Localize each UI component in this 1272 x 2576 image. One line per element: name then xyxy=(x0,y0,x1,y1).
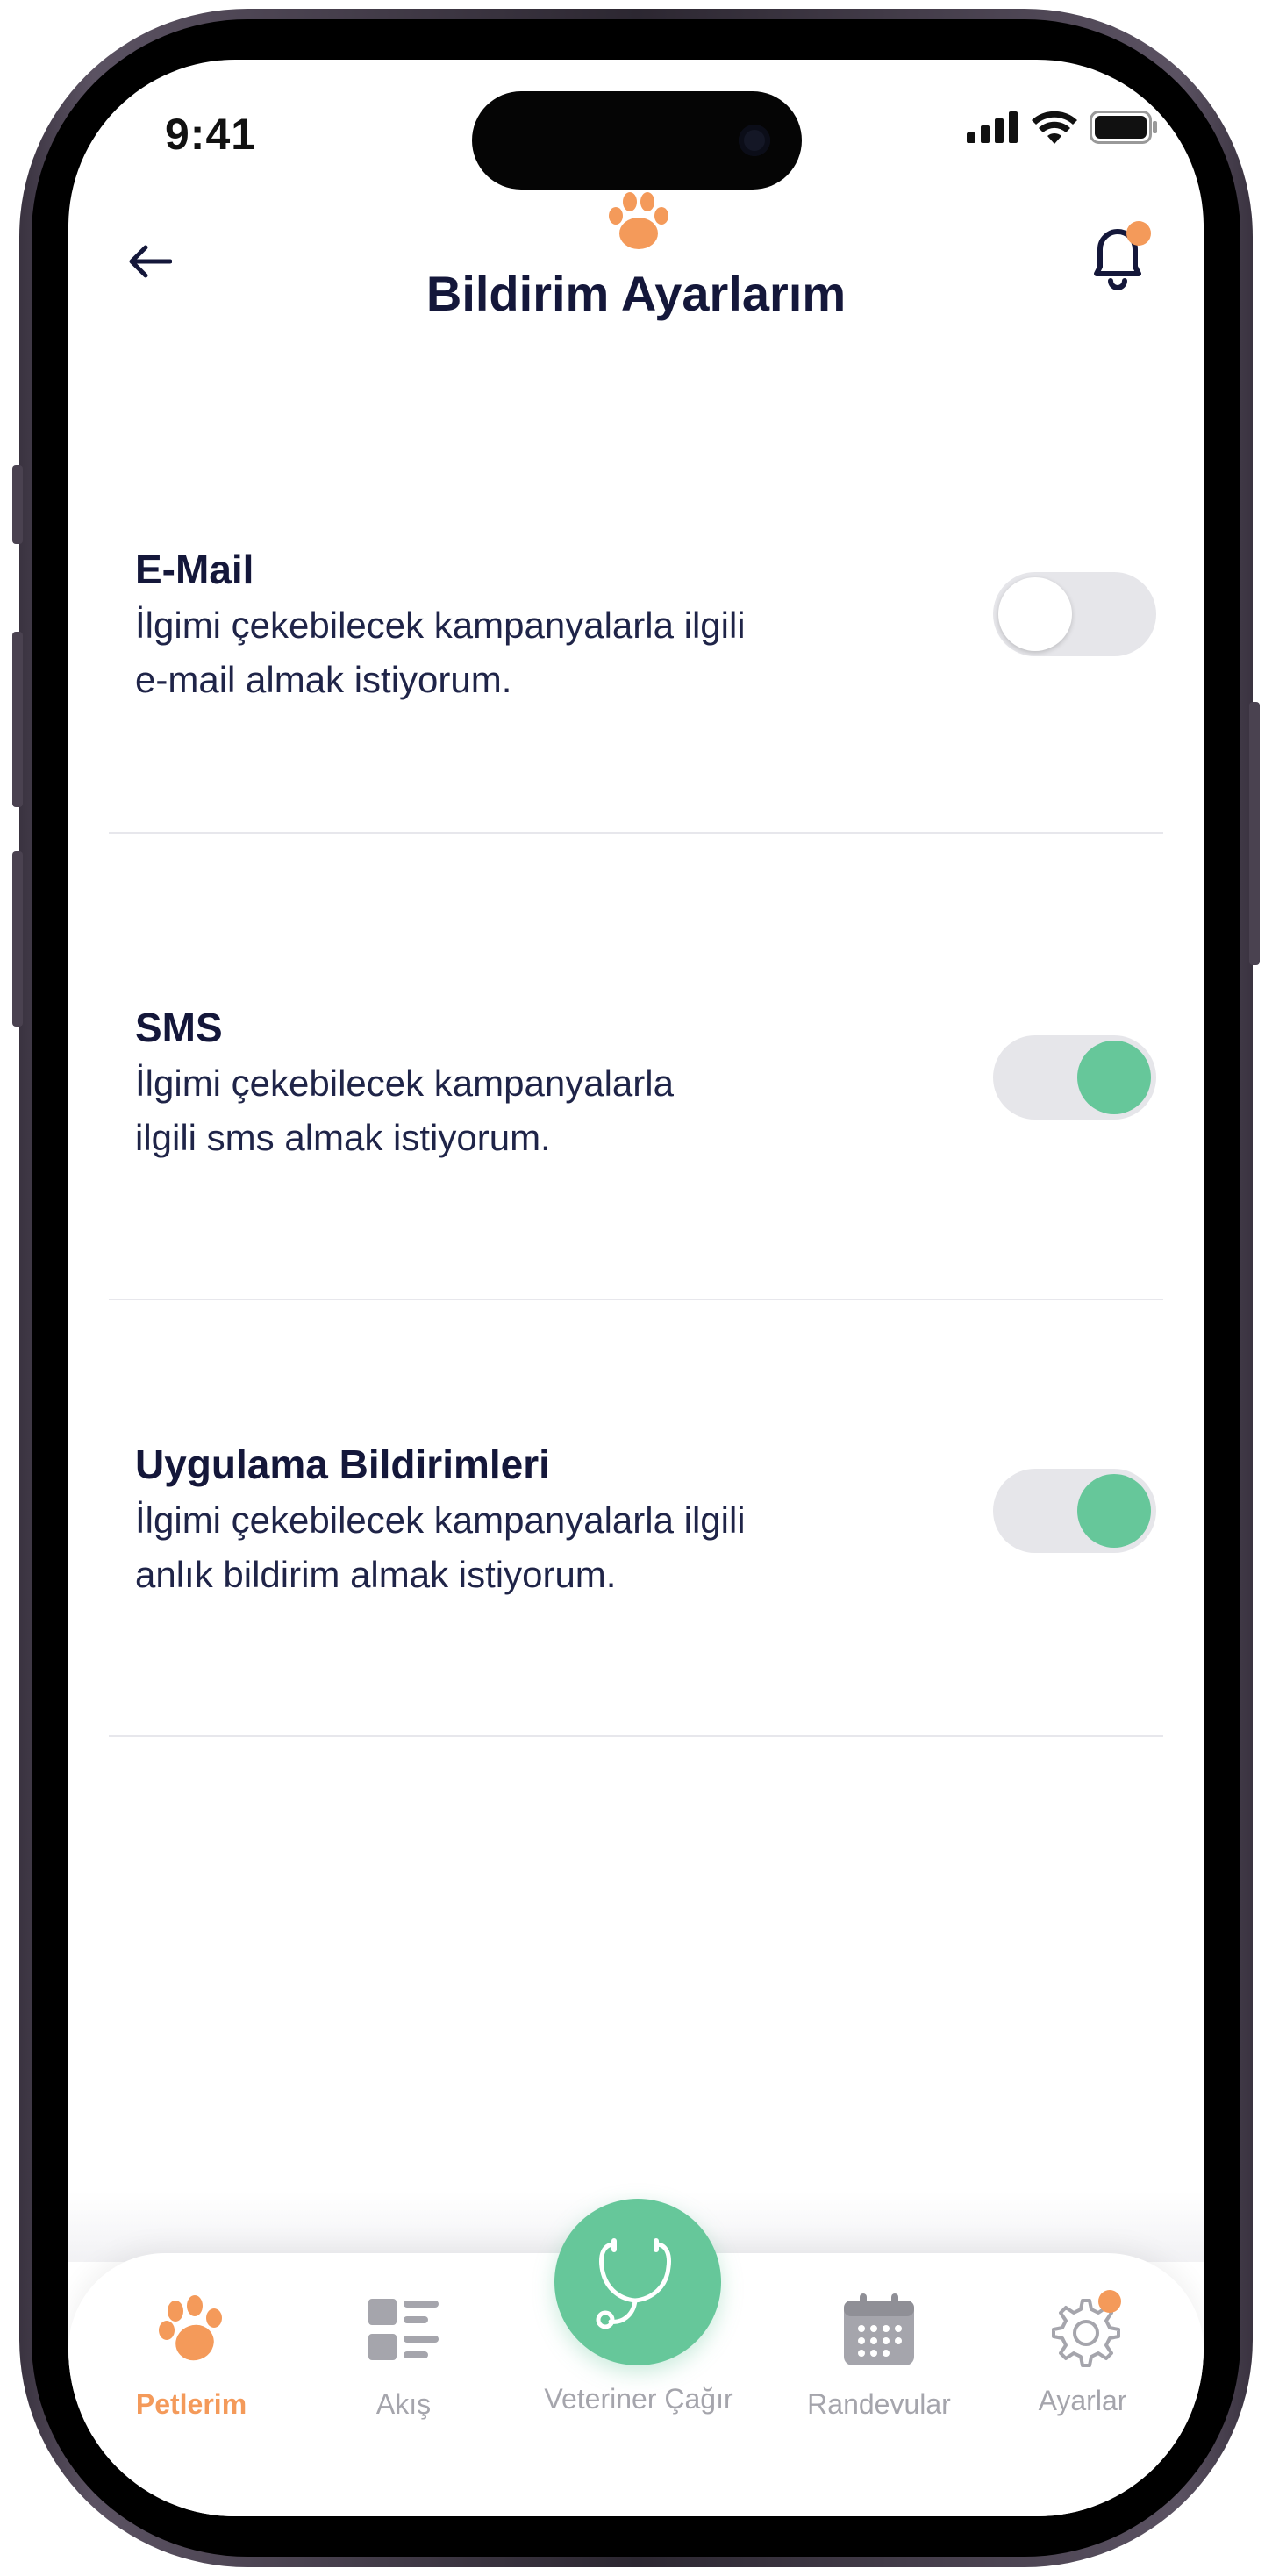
toggle-knob xyxy=(1077,1474,1151,1548)
setting-description-line: İlgimi çekebilecek kampanyalarla xyxy=(135,1063,674,1104)
side-button xyxy=(12,465,23,544)
call-vet-button[interactable] xyxy=(554,2199,721,2365)
email-toggle[interactable] xyxy=(993,572,1156,656)
nav-label: Petlerim xyxy=(135,2388,247,2420)
toggle-knob xyxy=(1077,1041,1151,1114)
toggle-knob xyxy=(998,577,1072,651)
setting-description-line: İlgimi çekebilecek kampanyalarla ilgili xyxy=(135,1499,746,1541)
divider xyxy=(109,832,1163,834)
calendar-icon xyxy=(844,2293,914,2365)
setting-description: İlgimi çekebilecek kampanyalarla ilgili … xyxy=(135,598,854,707)
notification-badge xyxy=(1126,221,1151,246)
signal-icon xyxy=(967,111,1018,143)
stethoscope-icon xyxy=(596,2238,671,2329)
setting-title: E-Mail xyxy=(135,547,254,592)
sms-toggle[interactable] xyxy=(993,1035,1156,1120)
status-icons xyxy=(967,111,1158,144)
paw-icon xyxy=(159,2295,222,2361)
app-notifications-toggle[interactable] xyxy=(993,1469,1156,1553)
notifications-button[interactable] xyxy=(1074,212,1161,300)
setting-description-line: ilgili sms almak istiyorum. xyxy=(135,1117,551,1158)
setting-description-line: e-mail almak istiyorum. xyxy=(135,659,512,700)
nav-item-akis[interactable]: Akış xyxy=(307,2288,500,2421)
nav-label: Veteriner Çağır xyxy=(544,2383,733,2415)
setting-description: İlgimi çekebilecek kampanyalarla ilgili … xyxy=(135,1493,854,1602)
wifi-icon xyxy=(1032,111,1077,144)
setting-description-line: İlgimi çekebilecek kampanyalarla ilgili xyxy=(135,605,746,646)
setting-title: SMS xyxy=(135,1005,223,1050)
nav-label: Ayarlar xyxy=(1038,2385,1127,2416)
nav-item-ayarlar[interactable]: Ayarlar xyxy=(986,2288,1179,2417)
side-button xyxy=(12,632,23,807)
app-screen: 9:41 Bildirim Ayarlarım E-Mail İlgimi çe… xyxy=(68,60,1204,2516)
nav-item-petlerim[interactable]: Petlerim xyxy=(95,2288,288,2421)
divider xyxy=(109,1735,1163,1737)
battery-icon xyxy=(1090,111,1157,144)
dynamic-island xyxy=(472,91,802,190)
page-title: Bildirim Ayarlarım xyxy=(425,266,847,321)
settings-badge xyxy=(1098,2290,1121,2313)
side-button xyxy=(1249,702,1260,965)
side-button xyxy=(12,851,23,1027)
nav-label: Randevular xyxy=(807,2388,951,2420)
setting-description: İlgimi çekebilecek kampanyalarla ilgili … xyxy=(135,1056,854,1165)
settings-icon-wrap xyxy=(1040,2288,1125,2372)
camera-icon xyxy=(739,125,770,156)
setting-description-line: anlık bildirim almak istiyorum. xyxy=(135,1554,617,1595)
nav-label: Akış xyxy=(375,2388,432,2420)
nav-item-randevular[interactable]: Randevular xyxy=(782,2288,975,2421)
feed-icon xyxy=(368,2299,439,2360)
paw-icon xyxy=(609,192,668,249)
setting-title: Uygulama Bildirimleri xyxy=(135,1442,550,1487)
status-time: 9:41 xyxy=(165,110,257,159)
divider xyxy=(109,1299,1163,1300)
